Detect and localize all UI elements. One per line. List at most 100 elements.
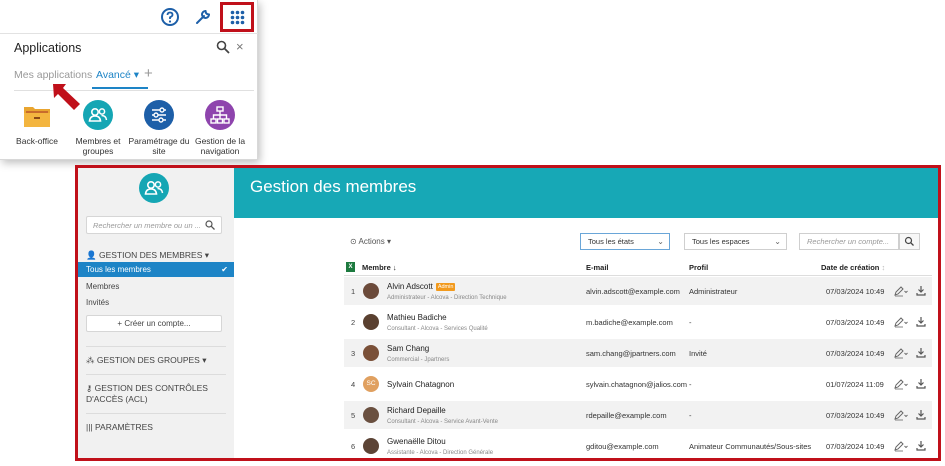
avatar[interactable] bbox=[363, 314, 379, 330]
tab-avance[interactable]: Avancé ▾ bbox=[96, 69, 139, 81]
section-gestion-acl[interactable]: ⚷ GESTION DES CONTRÔLES D'ACCÈS (ACL) bbox=[86, 383, 226, 405]
close-icon[interactable]: × bbox=[236, 40, 244, 53]
avatar[interactable] bbox=[363, 345, 379, 361]
table-row[interactable]: 5 Richard Depaille Consultant - Alcova -… bbox=[344, 401, 932, 430]
member-email: gditou@example.com bbox=[586, 442, 659, 451]
table-row[interactable]: 4 SC Sylvain Chatagnon sylvain.chatagnon… bbox=[344, 370, 932, 399]
spaces-filter-select[interactable]: Tous les espaces ⌄ bbox=[684, 233, 787, 250]
pointer-arrow-icon bbox=[53, 84, 80, 110]
member-profile: Invité bbox=[689, 349, 707, 358]
search-icon[interactable] bbox=[205, 220, 215, 230]
state-filter-select[interactable]: Tous les états ⌄ bbox=[580, 233, 670, 250]
table-row[interactable]: 3 Sam Chang Commercial - Jpartners sam.c… bbox=[344, 339, 932, 368]
member-search-button[interactable] bbox=[899, 233, 920, 250]
member-name-cell: Sam Chang bbox=[387, 344, 429, 353]
sidebar-item-membres[interactable]: Membres bbox=[78, 279, 234, 294]
download-icon[interactable] bbox=[916, 378, 926, 389]
edit-icon[interactable] bbox=[894, 409, 908, 421]
member-name-cell: Sylvain Chatagnon bbox=[387, 380, 454, 389]
avatar[interactable] bbox=[363, 283, 379, 299]
wrench-icon[interactable] bbox=[193, 7, 213, 27]
create-account-label: Créer un compte... bbox=[124, 319, 191, 328]
gear-icon: ⊙ bbox=[350, 237, 357, 246]
member-name[interactable]: Sam Chang bbox=[387, 344, 429, 353]
member-creation-date: 07/03/2024 10:49 bbox=[826, 442, 885, 451]
member-name-cell: Mathieu Badiche bbox=[387, 313, 447, 322]
excel-export-icon[interactable]: X bbox=[346, 262, 355, 272]
row-number: 3 bbox=[351, 349, 356, 358]
caret-down-icon: ▾ bbox=[204, 250, 210, 260]
edit-icon[interactable] bbox=[894, 378, 908, 390]
add-tab-button[interactable]: + bbox=[144, 65, 153, 82]
sidebar-search-input[interactable]: Rechercher un membre ou un ... bbox=[86, 216, 222, 234]
table-row[interactable]: 1 Alvin Adscott Admin Administrateur - Al… bbox=[344, 277, 932, 306]
download-icon[interactable] bbox=[916, 316, 926, 327]
member-creation-date: 01/07/2024 11:09 bbox=[826, 380, 884, 389]
edit-icon[interactable] bbox=[894, 316, 908, 328]
section-parametres[interactable]: ||| PARAMÈTRES bbox=[86, 422, 153, 433]
sliders-icon: ||| bbox=[86, 422, 93, 432]
app-label-2: site bbox=[152, 146, 166, 156]
chevron-down-icon: ⌄ bbox=[657, 237, 664, 246]
row-number: 6 bbox=[351, 442, 356, 451]
search-icon[interactable] bbox=[216, 40, 230, 54]
table-row[interactable]: 2 Mathieu Badiche Consultant - Alcova - … bbox=[344, 308, 932, 337]
help-icon[interactable] bbox=[160, 7, 180, 27]
column-header-profil[interactable]: Profil bbox=[689, 263, 708, 272]
download-icon[interactable] bbox=[916, 440, 926, 451]
section-label: PARAMÈTRES bbox=[95, 422, 153, 432]
section-label: GESTION DES CONTRÔLES D'ACCÈS (ACL) bbox=[86, 383, 208, 404]
page-title: Gestion des membres bbox=[250, 177, 417, 196]
member-subtitle: Consultant - Alcova - Service Avant-Vent… bbox=[387, 419, 498, 425]
table-header: X Membre ↓ E-mail Profil Date de créatio… bbox=[344, 260, 932, 276]
section-gestion-membres[interactable]: 👤 GESTION DES MEMBRES ▾ bbox=[86, 250, 209, 261]
actions-dropdown[interactable]: ⊙ Actions ▾ bbox=[350, 237, 391, 246]
grid-icon[interactable] bbox=[230, 10, 245, 25]
create-account-button[interactable]: + Créer un compte... bbox=[86, 315, 222, 332]
sort-icon: ↕ bbox=[881, 263, 886, 272]
sidebar-item-invites[interactable]: Invités bbox=[78, 295, 234, 310]
member-email: m.badiche@example.com bbox=[586, 318, 673, 327]
section-gestion-groupes[interactable]: ⁂ GESTION DES GROUPES ▾ bbox=[86, 355, 207, 366]
app-label-2: navigation bbox=[200, 146, 240, 156]
row-number: 5 bbox=[351, 411, 356, 420]
member-search-input[interactable]: Rechercher un compte... bbox=[799, 233, 899, 250]
search-icon bbox=[904, 236, 914, 246]
member-email: sam.chang@jpartners.com bbox=[586, 349, 676, 358]
edit-icon[interactable] bbox=[894, 285, 908, 297]
member-name[interactable]: Sylvain Chatagnon bbox=[387, 380, 454, 389]
edit-icon[interactable] bbox=[894, 347, 908, 359]
users-icon bbox=[139, 173, 169, 203]
table-row[interactable]: 6 Gwenaëlle Ditou Assistante - Alcova - … bbox=[344, 432, 932, 458]
edit-icon[interactable] bbox=[894, 440, 908, 452]
member-name[interactable]: Mathieu Badiche bbox=[387, 313, 447, 322]
column-label: Membre bbox=[362, 263, 391, 272]
download-icon[interactable] bbox=[916, 347, 926, 358]
sitemap-icon bbox=[205, 100, 235, 130]
column-header-date[interactable]: Date de création ↕ bbox=[821, 263, 885, 272]
key-icon: ⚷ bbox=[86, 383, 93, 393]
member-name[interactable]: Gwenaëlle Ditou bbox=[387, 437, 446, 446]
avatar[interactable] bbox=[363, 438, 379, 454]
app-parametrage-site[interactable]: Paramétrage du site bbox=[127, 100, 191, 156]
avatar[interactable] bbox=[363, 407, 379, 423]
column-header-membre[interactable]: Membre ↓ bbox=[362, 263, 397, 272]
group-icon: ⁂ bbox=[86, 355, 95, 365]
member-subtitle: Consultant - Alcova - Services Qualité bbox=[387, 326, 488, 332]
sidebar-item-tous-les-membres[interactable]: Tous les membres ✔ bbox=[78, 262, 234, 277]
sidebar-item-label: Tous les membres bbox=[86, 265, 151, 274]
member-name[interactable]: Alvin Adscott bbox=[387, 282, 433, 291]
top-toolbar bbox=[0, 0, 258, 34]
sidebar-search-placeholder: Rechercher un membre ou un ... bbox=[93, 221, 201, 230]
download-icon[interactable] bbox=[916, 409, 926, 420]
download-icon[interactable] bbox=[916, 285, 926, 296]
column-header-email[interactable]: E-mail bbox=[586, 263, 609, 272]
apps-launcher-highlight bbox=[220, 2, 254, 32]
member-name[interactable]: Richard Depaille bbox=[387, 406, 446, 415]
app-label-2: groupes bbox=[82, 146, 114, 156]
app-gestion-navigation[interactable]: Gestion de la navigation bbox=[188, 100, 252, 156]
active-tab-underline bbox=[92, 87, 148, 89]
actions-label: Actions bbox=[358, 237, 385, 246]
chevron-down-icon: ⌄ bbox=[774, 237, 781, 246]
avatar[interactable]: SC bbox=[363, 376, 379, 392]
